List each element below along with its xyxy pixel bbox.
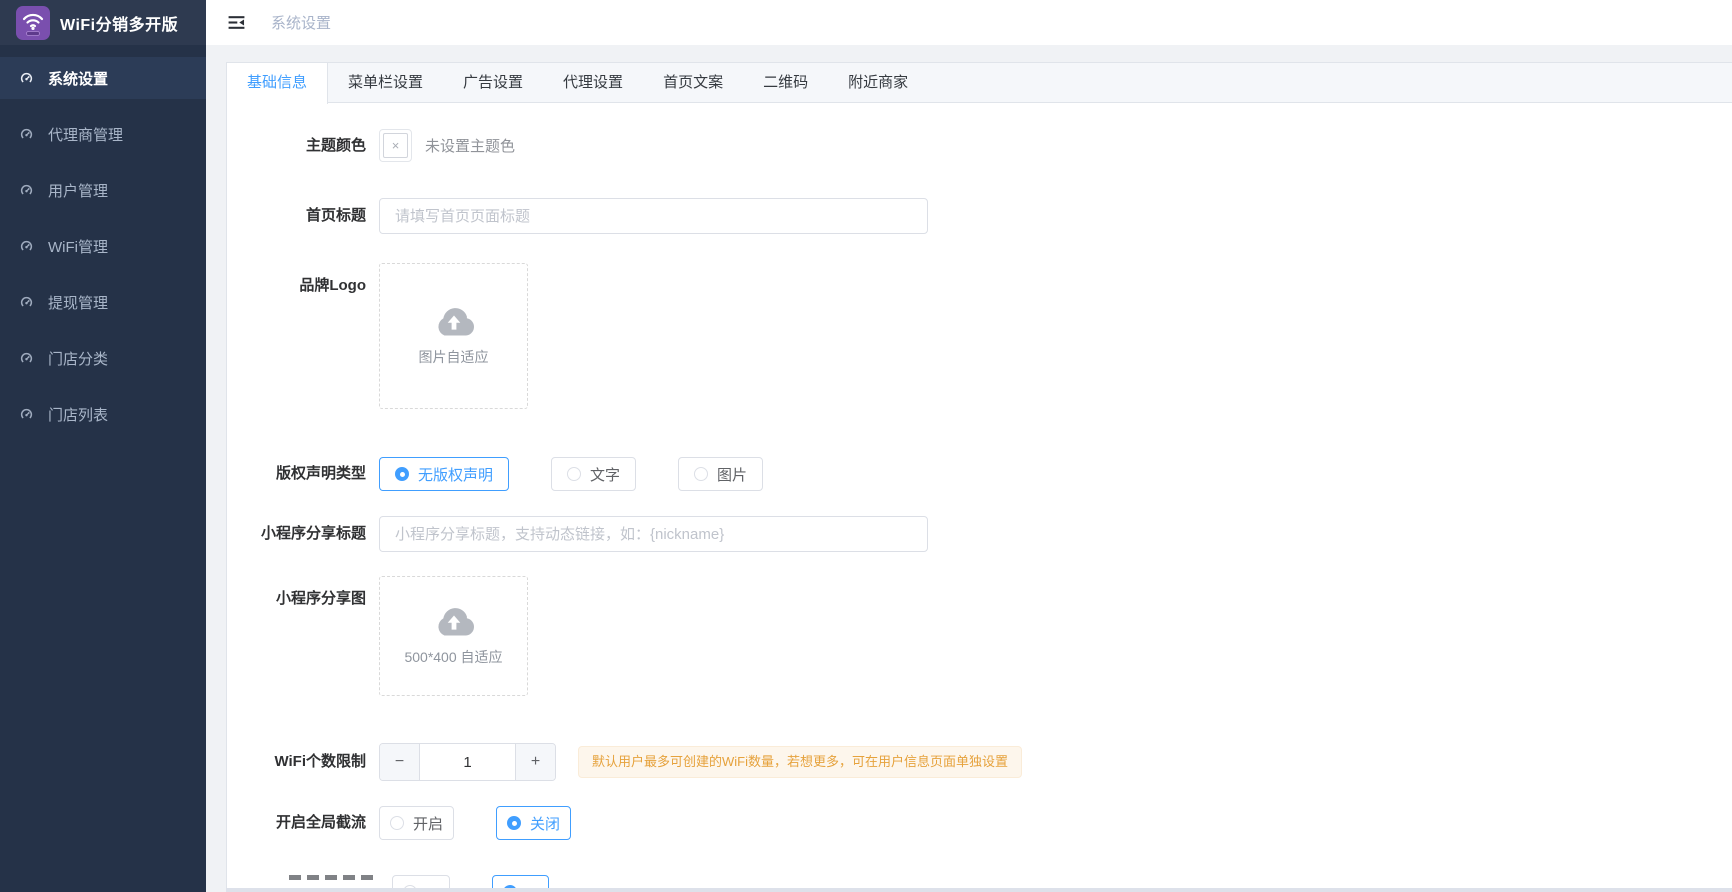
main-content: 基础信息 菜单栏设置 广告设置 代理设置 首页文案 二维码 附近商家 主题颜色 … [206, 45, 1732, 892]
radio-label: 文字 [590, 464, 620, 485]
dashboard-icon [19, 71, 34, 86]
share-image-upload[interactable]: 500*400 自适应 [379, 576, 528, 696]
radio-circle-icon [395, 467, 409, 481]
breadcrumb[interactable]: 系统设置 [271, 12, 331, 33]
sidebar-item-label: 提现管理 [48, 292, 108, 313]
copyright-radio-image[interactable]: 图片 [678, 457, 763, 491]
field-label: 版权声明类型 [227, 464, 379, 484]
sidebar-item-withdraw-management[interactable]: 提现管理 [0, 281, 206, 323]
radio-label: 开启 [413, 813, 443, 834]
clipped-label-fragment [289, 875, 379, 880]
dashboard-icon [19, 351, 34, 366]
tab-bar: 基础信息 菜单栏设置 广告设置 代理设置 首页文案 二维码 附近商家 [227, 63, 1732, 103]
field-label: 开启全局截流 [227, 813, 379, 833]
field-label: 小程序分享标题 [227, 524, 379, 544]
tab-agent-settings[interactable]: 代理设置 [543, 63, 643, 102]
fold-menu-icon [227, 13, 246, 32]
sidebar-item-label: 门店列表 [48, 404, 108, 425]
upload-cloud-icon [433, 306, 475, 338]
field-label: 小程序分享图 [227, 576, 379, 609]
sidebar-item-label: 代理商管理 [48, 124, 123, 145]
theme-color-empty-text: 未设置主题色 [425, 135, 515, 156]
tab-label: 广告设置 [463, 74, 523, 91]
tab-qrcode[interactable]: 二维码 [743, 63, 828, 102]
color-clear-icon: × [383, 133, 408, 158]
sidebar-item-agent-management[interactable]: 代理商管理 [0, 113, 206, 155]
upload-hint: 500*400 自适应 [404, 647, 502, 667]
share-title-input[interactable] [379, 516, 928, 552]
sidebar-item-system-settings[interactable]: 系统设置 [0, 57, 206, 99]
sidebar-menu: 系统设置 代理商管理 用户管理 WiFi管理 提现管理 [0, 45, 206, 435]
radio-circle-icon [390, 816, 404, 830]
tab-label: 代理设置 [563, 74, 623, 91]
sidebar: WiFi分销多开版 系统设置 代理商管理 用户管理 WiFi管理 [0, 0, 206, 892]
copyright-radio-none[interactable]: 无版权声明 [379, 457, 509, 491]
sidebar-item-label: 门店分类 [48, 348, 108, 369]
form-row-home-title: 首页标题 [227, 198, 1732, 234]
theme-color-picker[interactable]: × [379, 129, 412, 162]
tab-menu-settings[interactable]: 菜单栏设置 [328, 63, 443, 102]
tab-label: 附近商家 [848, 74, 908, 91]
tab-ad-settings[interactable]: 广告设置 [443, 63, 543, 102]
topbar: 系统设置 [206, 0, 1732, 45]
form-row-share-title: 小程序分享标题 [227, 516, 1732, 552]
tab-label: 基础信息 [247, 74, 307, 91]
sidebar-item-label: 用户管理 [48, 180, 108, 201]
radio-circle-icon [507, 816, 521, 830]
tab-label: 二维码 [763, 74, 808, 91]
field-label: WiFi个数限制 [227, 752, 379, 772]
upload-hint: 图片自适应 [419, 347, 489, 367]
form-row-brand-logo: 品牌Logo 图片自适应 [227, 263, 1732, 409]
form-row-copyright-type: 版权声明类型 无版权声明 文字 图片 [227, 457, 1732, 491]
tab-label: 首页文案 [663, 74, 723, 91]
wifi-logo-icon [16, 6, 50, 40]
app-title: WiFi分销多开版 [60, 11, 178, 35]
dashboard-icon [19, 407, 34, 422]
wifi-limit-tip: 默认用户最多可创建的WiFi数量，若想更多，可在用户信息页面单独设置 [578, 746, 1022, 778]
dashboard-icon [19, 295, 34, 310]
field-label: 品牌Logo [227, 263, 379, 296]
basic-info-form: 主题颜色 × 未设置主题色 首页标题 品牌Logo 图片 [227, 103, 1732, 892]
copyright-radio-text[interactable]: 文字 [551, 457, 636, 491]
tab-home-copy[interactable]: 首页文案 [643, 63, 743, 102]
tab-label: 菜单栏设置 [348, 74, 423, 91]
sidebar-collapse-button[interactable] [227, 13, 247, 33]
wifi-limit-stepper: − + [379, 743, 556, 781]
dashboard-icon [19, 239, 34, 254]
radio-label: 关闭 [530, 813, 560, 834]
sidebar-item-wifi-management[interactable]: WiFi管理 [0, 225, 206, 267]
upload-cloud-icon [433, 606, 475, 638]
radio-label: 图片 [717, 464, 747, 485]
tab-basic-info[interactable]: 基础信息 [226, 63, 328, 104]
home-title-input[interactable] [379, 198, 928, 234]
sidebar-item-user-management[interactable]: 用户管理 [0, 169, 206, 211]
sidebar-item-label: WiFi管理 [48, 236, 108, 257]
dashboard-icon [19, 127, 34, 142]
intercept-radio-on[interactable]: 开启 [379, 806, 454, 840]
logo-bar: WiFi分销多开版 [0, 0, 206, 45]
form-row-wifi-limit: WiFi个数限制 − + 默认用户最多可创建的WiFi数量，若想更多，可在用户信… [227, 743, 1732, 781]
sidebar-item-store-category[interactable]: 门店分类 [0, 337, 206, 379]
form-row-share-image: 小程序分享图 500*400 自适应 [227, 576, 1732, 696]
stepper-increase-button[interactable]: + [515, 744, 555, 780]
radio-label: 无版权声明 [418, 464, 493, 485]
form-row-global-intercept: 开启全局截流 开启 关闭 [227, 806, 1732, 840]
radio-circle-icon [567, 467, 581, 481]
settings-card: 基础信息 菜单栏设置 广告设置 代理设置 首页文案 二维码 附近商家 主题颜色 … [226, 62, 1732, 892]
wifi-limit-value-input[interactable] [420, 744, 515, 780]
sidebar-item-label: 系统设置 [48, 68, 108, 89]
tab-nearby-merchants[interactable]: 附近商家 [828, 63, 928, 102]
field-label: 主题颜色 [227, 136, 379, 156]
horizontal-scrollbar[interactable] [226, 888, 1732, 892]
form-row-theme-color: 主题颜色 × 未设置主题色 [227, 129, 1732, 162]
sidebar-item-store-list[interactable]: 门店列表 [0, 393, 206, 435]
dashboard-icon [19, 183, 34, 198]
field-label: 首页标题 [227, 206, 379, 226]
intercept-radio-off[interactable]: 关闭 [496, 806, 571, 840]
brand-logo-upload[interactable]: 图片自适应 [379, 263, 528, 409]
radio-circle-icon [694, 467, 708, 481]
stepper-decrease-button[interactable]: − [380, 744, 420, 780]
